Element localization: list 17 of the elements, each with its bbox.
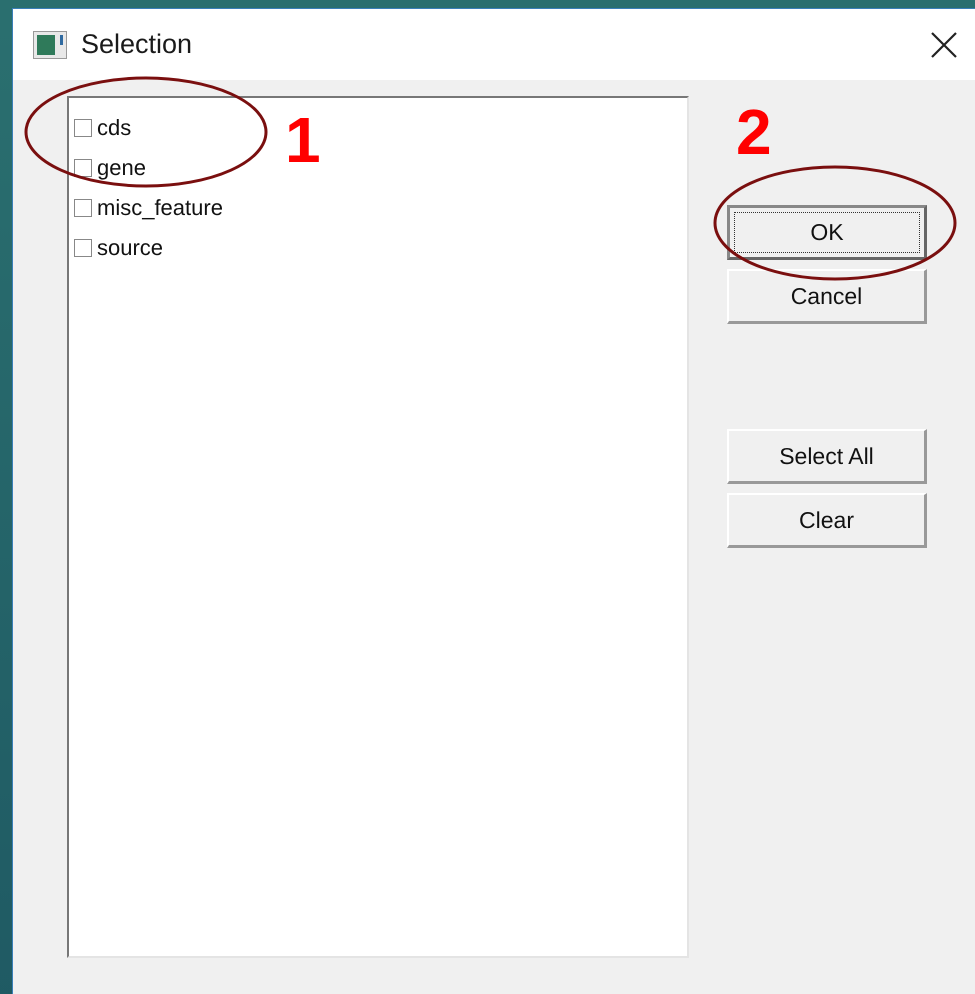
dialog-button[interactable]: Select All — [727, 429, 927, 484]
checkbox-label: source — [97, 235, 164, 261]
checkbox-label: cds — [97, 115, 132, 141]
checkbox[interactable] — [74, 239, 92, 257]
window-title: Selection — [81, 29, 194, 60]
dialog-button[interactable]: Clear — [727, 493, 927, 548]
callout-number: 1 — [285, 108, 321, 172]
checkbox[interactable] — [74, 159, 92, 177]
checkbox-label: gene — [97, 155, 146, 181]
callout-number: 2 — [736, 100, 772, 164]
checkbox[interactable] — [74, 119, 92, 137]
checkbox[interactable] — [74, 199, 92, 217]
dialog-button[interactable]: OK — [727, 205, 927, 260]
close-icon[interactable] — [929, 30, 959, 60]
dialog-button[interactable]: Cancel — [727, 269, 927, 324]
app-icon — [33, 30, 67, 58]
checkbox-label: misc_feature — [97, 195, 223, 221]
